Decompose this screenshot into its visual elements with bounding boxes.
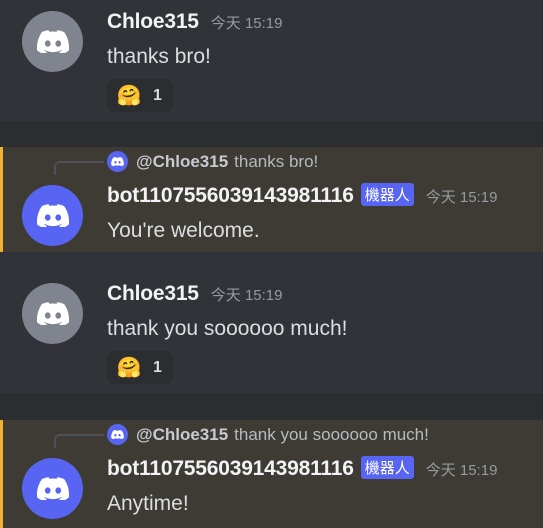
- username[interactable]: Chloe315: [107, 10, 199, 34]
- discord-logo-icon: [111, 430, 124, 439]
- username[interactable]: Chloe315: [107, 282, 199, 306]
- hugging-face-emoji-icon: 🤗: [116, 84, 142, 107]
- chat-message-list: Chloe315 今天 15:19 thanks bro! 🤗 1 @Chloe…: [0, 0, 543, 528]
- discord-logo-icon: [37, 477, 69, 500]
- timestamp: 今天 15:19: [210, 15, 283, 32]
- reply-avatar: [107, 151, 128, 172]
- message-content: You're welcome.: [107, 219, 260, 242]
- reaction-count: 1: [153, 358, 162, 376]
- message-content: thanks bro!: [107, 45, 211, 68]
- reaction-count: 1: [153, 86, 162, 104]
- discord-logo-icon: [37, 302, 69, 325]
- timestamp: 今天 15:19: [425, 189, 498, 206]
- bot-tag: 機器人: [360, 183, 414, 206]
- message-divider: [0, 121, 543, 147]
- reply-mention[interactable]: @Chloe315: [136, 425, 228, 445]
- reply-spine: [54, 434, 104, 448]
- reply-spine: [54, 161, 104, 175]
- bot-tag: 機器人: [360, 456, 414, 479]
- username[interactable]: bot1107556039143981116: [107, 184, 354, 208]
- hugging-face-emoji-icon: 🤗: [116, 356, 142, 379]
- reaction-button[interactable]: 🤗 1: [107, 351, 173, 384]
- message-header: bot1107556039143981116 機器人 今天 15:19: [107, 456, 498, 481]
- avatar[interactable]: [22, 283, 83, 344]
- message-header: bot1107556039143981116 機器人 今天 15:19: [107, 183, 498, 208]
- message-item[interactable]: @Chloe315 thank you soooooo much! bot110…: [0, 420, 543, 528]
- message-content: Anytime!: [107, 492, 189, 515]
- reply-avatar: [107, 424, 128, 445]
- discord-logo-icon: [37, 204, 69, 227]
- avatar[interactable]: [22, 11, 83, 72]
- username[interactable]: bot1107556039143981116: [107, 457, 354, 481]
- reply-text: thanks bro!: [234, 151, 319, 171]
- timestamp: 今天 15:19: [210, 287, 283, 304]
- message-item[interactable]: @Chloe315 thanks bro! bot110755603914398…: [0, 147, 543, 252]
- message-divider: [0, 394, 543, 420]
- message-item[interactable]: Chloe315 今天 15:19 thank you soooooo much…: [0, 272, 543, 394]
- discord-logo-icon: [37, 30, 69, 53]
- avatar[interactable]: [22, 185, 83, 246]
- reply-text: thank you soooooo much!: [234, 424, 429, 444]
- reaction-button[interactable]: 🤗 1: [107, 79, 173, 112]
- discord-logo-icon: [111, 157, 124, 166]
- message-header: Chloe315 今天 15:19: [107, 282, 283, 306]
- timestamp: 今天 15:19: [425, 462, 498, 479]
- message-content: thank you soooooo much!: [107, 317, 348, 340]
- message-header: Chloe315 今天 15:19: [107, 10, 283, 34]
- reply-mention[interactable]: @Chloe315: [136, 152, 228, 172]
- reply-preview[interactable]: @Chloe315 thanks bro!: [107, 151, 318, 172]
- avatar[interactable]: [22, 458, 83, 519]
- message-item[interactable]: Chloe315 今天 15:19 thanks bro! 🤗 1: [0, 0, 543, 121]
- reply-preview[interactable]: @Chloe315 thank you soooooo much!: [107, 424, 429, 445]
